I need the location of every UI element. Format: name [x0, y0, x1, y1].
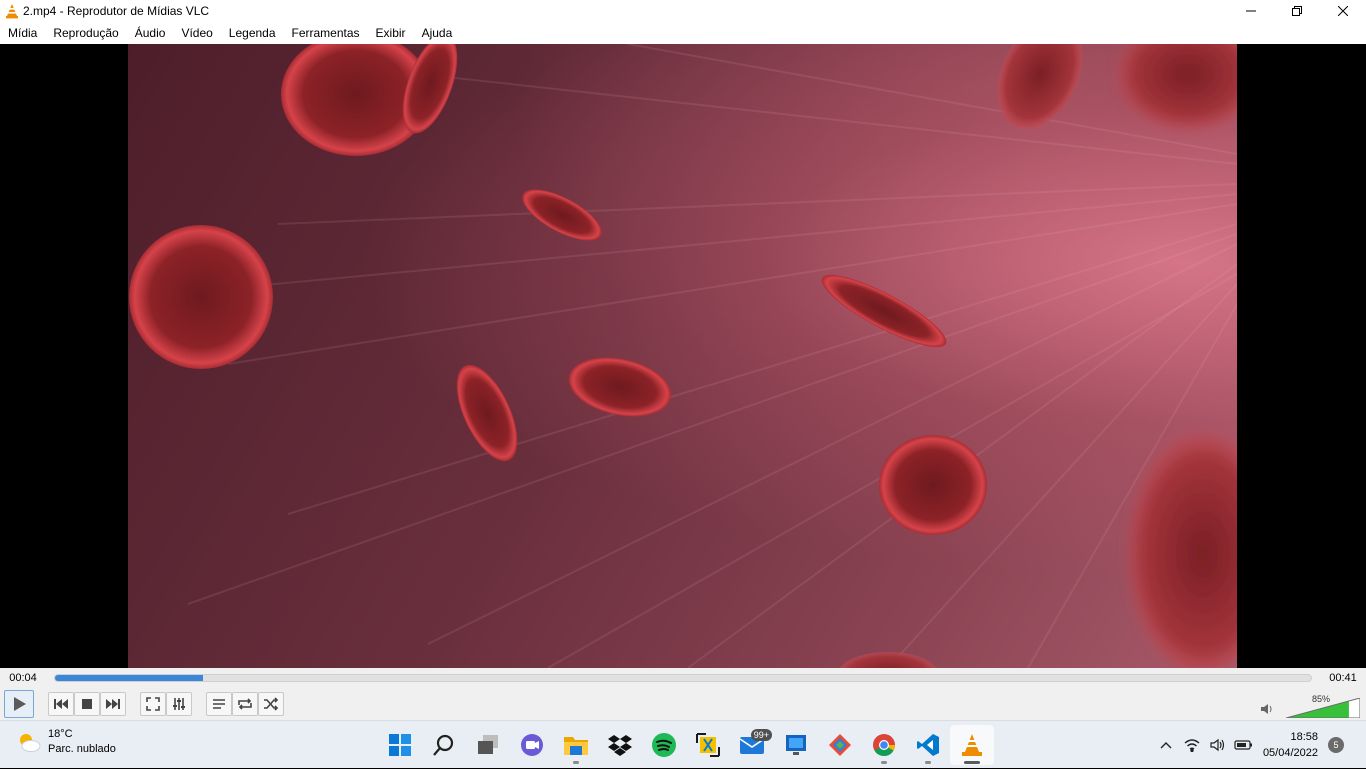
menu-midia[interactable]: Mídia	[0, 22, 45, 44]
menu-bar: Mídia Reprodução Áudio Vídeo Legenda Fer…	[0, 22, 1366, 44]
system-tray: 18:58 05/04/2022 5	[1153, 721, 1366, 769]
remote-desktop-icon	[786, 735, 806, 755]
taskbar: 18°C Parc. nublado 99+ 18:58 05/04/2022 …	[0, 720, 1366, 768]
taskbar-file-explorer[interactable]	[554, 725, 598, 765]
wifi-button[interactable]	[1179, 732, 1205, 758]
restore-icon	[1292, 6, 1302, 16]
clock-date: 05/04/2022	[1262, 747, 1318, 759]
taskbar-vlc[interactable]	[950, 725, 994, 765]
start-icon	[389, 734, 411, 756]
file-explorer-icon	[564, 737, 588, 755]
menu-audio[interactable]: Áudio	[127, 22, 174, 44]
menu-reproducao[interactable]: Reprodução	[45, 22, 126, 44]
extended-settings-button[interactable]	[166, 692, 192, 716]
shuffle-button[interactable]	[258, 692, 284, 716]
git-icon	[829, 734, 851, 756]
play-button[interactable]	[4, 690, 34, 718]
close-icon	[1338, 6, 1348, 16]
spotify-icon	[652, 733, 676, 757]
clock[interactable]: 18:58 05/04/2022	[1263, 729, 1318, 761]
start-button[interactable]	[378, 725, 422, 765]
taskbar-snip[interactable]	[686, 725, 730, 765]
mail-badge: 99+	[750, 729, 772, 741]
loop-button[interactable]	[232, 692, 258, 716]
search-button[interactable]	[422, 725, 466, 765]
taskbar-remote-desktop[interactable]	[774, 725, 818, 765]
playback-controls: 85%	[0, 688, 1366, 720]
battery-icon	[1234, 740, 1252, 750]
fullscreen-button[interactable]	[140, 692, 166, 716]
snip-tool-icon	[696, 733, 720, 757]
show-hidden-icons-button[interactable]	[1153, 732, 1179, 758]
search-icon	[433, 734, 454, 756]
playlist-icon	[213, 699, 225, 709]
speaker-icon[interactable]	[1260, 702, 1274, 716]
chat-icon	[521, 734, 543, 756]
seek-bar[interactable]	[54, 674, 1312, 682]
menu-ajuda[interactable]: Ajuda	[414, 22, 461, 44]
weather-widget[interactable]: 18°C Parc. nublado	[16, 727, 116, 757]
loop-icon	[238, 698, 252, 710]
play-icon	[14, 697, 26, 711]
taskbar-mail[interactable]: 99+	[730, 725, 774, 765]
stop-icon	[82, 699, 92, 709]
vlc-cone-icon[interactable]	[3, 2, 21, 20]
minimize-icon	[1246, 10, 1256, 12]
previous-icon	[54, 699, 68, 709]
volume-control[interactable]: 85%	[1260, 692, 1360, 718]
clock-time: 18:58	[1290, 731, 1318, 743]
task-view-button[interactable]	[466, 725, 510, 765]
title-bar: 2.mp4 - Reprodutor de Mídias VLC	[0, 0, 1366, 22]
task-view-icon	[478, 735, 498, 754]
notification-count[interactable]: 5	[1328, 737, 1344, 753]
restore-button[interactable]	[1274, 0, 1320, 22]
wifi-icon	[1184, 739, 1200, 752]
playlist-button[interactable]	[206, 692, 232, 716]
minimize-button[interactable]	[1228, 0, 1274, 22]
taskbar-git[interactable]	[818, 725, 862, 765]
seek-row: 00:04 00:41	[0, 668, 1366, 688]
time-total: 00:41	[1329, 672, 1357, 684]
fullscreen-icon	[146, 697, 160, 711]
vscode-icon	[917, 734, 939, 756]
chevron-up-icon	[1160, 742, 1172, 749]
vlc-icon	[962, 734, 982, 756]
next-button[interactable]	[100, 692, 126, 716]
video-content	[129, 44, 1237, 668]
video-area[interactable]	[0, 44, 1366, 668]
shuffle-icon	[264, 697, 279, 711]
previous-button[interactable]	[48, 692, 74, 716]
extended-settings-icon	[173, 698, 185, 710]
taskbar-vscode[interactable]	[906, 725, 950, 765]
vlc-window: 2.mp4 - Reprodutor de Mídias VLC Mídia R…	[0, 0, 1366, 768]
weather-condition: Parc. nublado	[48, 743, 116, 755]
time-elapsed: 00:04	[9, 672, 37, 684]
battery-button[interactable]	[1231, 732, 1257, 758]
weather-temperature: 18°C	[48, 728, 73, 740]
taskbar-spotify[interactable]	[642, 725, 686, 765]
dropbox-icon	[608, 735, 632, 756]
menu-legenda[interactable]: Legenda	[221, 22, 284, 44]
video-frame[interactable]	[128, 44, 1237, 668]
volume-button[interactable]	[1205, 732, 1231, 758]
close-button[interactable]	[1320, 0, 1366, 22]
partly-cloudy-icon	[20, 734, 41, 752]
stop-button[interactable]	[74, 692, 100, 716]
taskbar-dropbox[interactable]	[598, 725, 642, 765]
menu-ferramentas[interactable]: Ferramentas	[284, 22, 368, 44]
chrome-icon	[873, 734, 895, 756]
volume-slider[interactable]	[1286, 698, 1360, 718]
next-icon	[106, 699, 120, 709]
seek-progress	[55, 675, 204, 681]
chat-button[interactable]	[510, 725, 554, 765]
volume-icon	[1210, 738, 1225, 752]
menu-exibir[interactable]: Exibir	[368, 22, 414, 44]
taskbar-apps: 99+	[378, 725, 994, 765]
window-title: 2.mp4 - Reprodutor de Mídias VLC	[23, 4, 210, 18]
taskbar-chrome[interactable]	[862, 725, 906, 765]
menu-video[interactable]: Vídeo	[173, 22, 220, 44]
